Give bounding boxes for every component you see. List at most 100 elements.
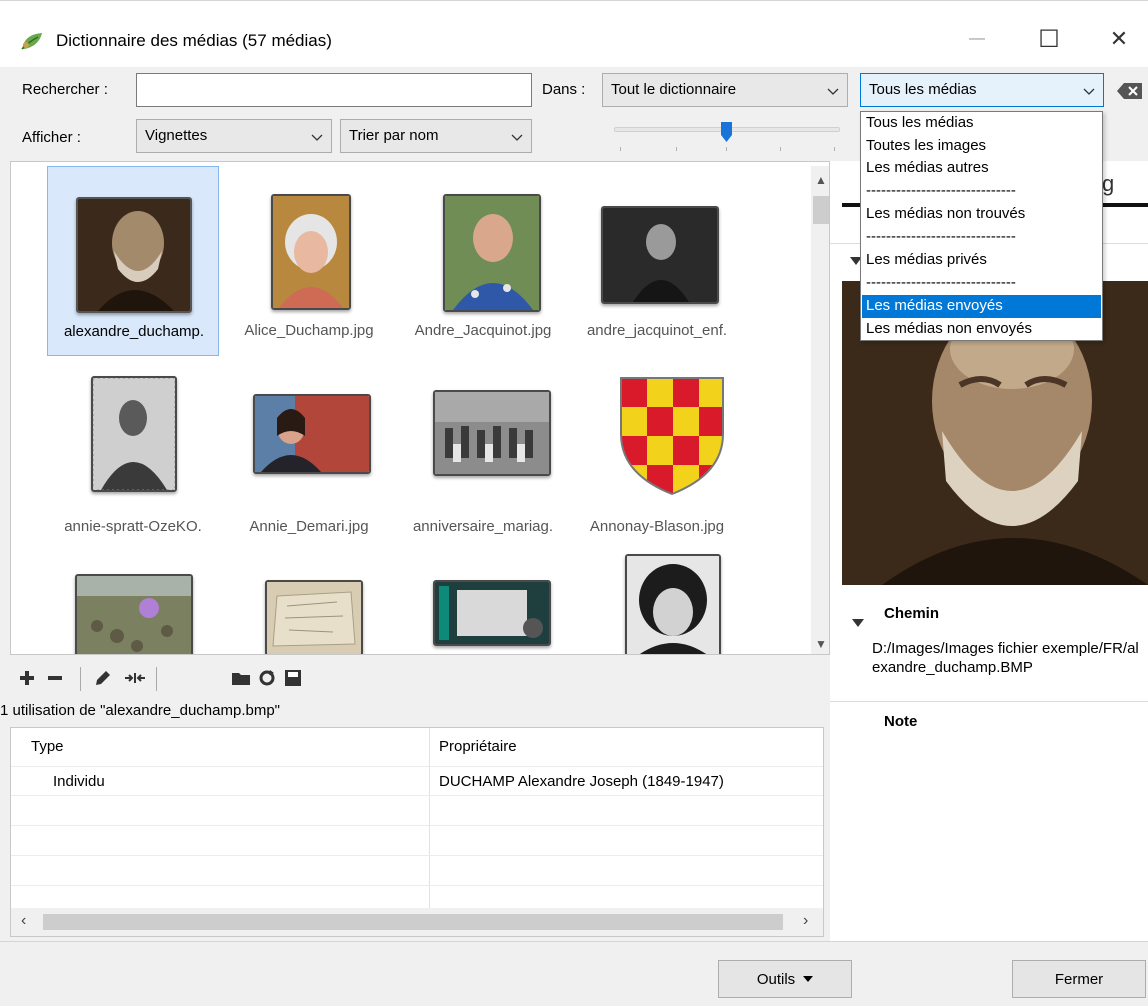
close-window-button[interactable]: ✕ [1096,19,1142,59]
dropdown-option[interactable]: Les médias non envoyés [862,318,1101,341]
gallery-item[interactable] [571,554,743,654]
gallery-item[interactable] [223,558,395,654]
thumbnail-image [75,574,193,654]
gallery-item[interactable] [397,558,569,654]
table-hscrollbar[interactable]: ‹ › [11,908,823,936]
view-mode-value: Vignettes [145,127,208,144]
thumbnail-image [91,376,177,492]
scroll-up-icon[interactable]: ▲ [811,170,829,190]
dropdown-option-highlighted[interactable]: Les médias envoyés [862,295,1101,318]
thumbnail-image [271,194,351,310]
gallery-item[interactable]: Andre_Jacquinot.jpg [397,166,569,356]
edit-pencil-icon[interactable] [92,667,114,689]
caret-down-icon [803,976,814,982]
media-filter-select[interactable]: Tous les médias [860,73,1104,107]
table-row-empty [11,796,823,826]
view-mode-select[interactable]: Vignettes [136,119,332,153]
window-title: Dictionnaire des médias (57 médias) [56,31,332,50]
dropdown-option[interactable]: Les médias non trouvés [862,203,1101,226]
dropdown-option[interactable]: Toutes les images [862,135,1101,158]
folder-icon[interactable] [230,667,252,689]
thumbnail-image [617,374,727,496]
minimize-button[interactable]: — [954,19,1000,59]
gallery-item[interactable]: alexandre_duchamp. [47,166,219,356]
tools-button[interactable]: Outils [718,960,852,998]
remove-icon[interactable] [44,667,66,689]
chevron-down-icon [511,134,523,141]
scroll-down-icon[interactable]: ▼ [811,634,829,654]
tab-label-fragment: g [1102,171,1115,196]
dropdown-separator: ------------------------------ [866,228,1016,245]
gallery-caption: Annonay-Blason.jpg [589,518,725,535]
search-label: Rechercher : [22,81,108,98]
cell-owner: DUCHAMP Alexandre Joseph (1849-1947) [439,773,724,790]
usage-count-label: 1 utilisation de "alexandre_duchamp.bmp" [0,702,280,719]
table-row[interactable]: Individu DUCHAMP Alexandre Joseph (1849-… [11,766,823,796]
gallery-item[interactable] [47,558,219,654]
usage-table[interactable]: Type Propriétaire Individu DUCHAMP Alexa… [10,727,824,937]
maximize-button[interactable]: ☐ [1026,19,1072,59]
path-section-title: Chemin [884,605,940,622]
title-bar: Dictionnaire des médias (57 médias) — ☐ … [0,1,1148,67]
close-button[interactable]: Fermer [1012,960,1146,998]
gallery-item[interactable]: Alice_Duchamp.jpg [223,166,395,356]
column-header-type[interactable]: Type [31,738,64,755]
gallery-caption: alexandre_duchamp. [63,323,205,340]
gallery-item[interactable]: annie-spratt-OzeKO. [47,362,219,552]
close-button-label: Fermer [1054,970,1104,988]
media-filter-dropdown[interactable]: Tous les médias Toutes les images Les mé… [860,111,1103,341]
gallery-scrollbar[interactable]: ▲ ▼ [811,166,829,654]
thumbnail-image [601,206,719,304]
media-toolbar [10,661,826,697]
merge-icon[interactable] [124,667,146,689]
scrollbar-thumb[interactable] [813,196,829,224]
scrollbar-thumb[interactable] [43,914,783,930]
thumbnail-image [433,390,551,476]
gallery-caption: Annie_Demari.jpg [249,518,369,535]
thumbnail-image [433,580,551,646]
chevron-down-icon [1083,88,1095,95]
table-row-empty [11,856,823,886]
thumbnail-image [443,194,541,312]
gallery-caption: annie-spratt-OzeKO. [64,518,202,535]
refresh-icon[interactable] [256,667,278,689]
table-row-empty [11,826,823,856]
dropdown-separator: ------------------------------ [866,182,1016,199]
gallery-item[interactable]: andre_jacquinot_enf. [571,166,743,356]
column-header-owner[interactable]: Propriétaire [439,738,517,755]
dropdown-option[interactable]: Tous les médias [862,112,1101,135]
scroll-right-icon[interactable]: › [803,912,808,930]
gallery-caption: andre_jacquinot_enf. [586,322,728,339]
app-leaf-icon [21,33,42,50]
scope-select[interactable]: Tout le dictionnaire [602,73,848,107]
gallery-caption: Andre_Jacquinot.jpg [414,322,552,339]
thumbnail-image [625,554,721,654]
search-input[interactable] [136,73,532,107]
scope-select-value: Tout le dictionnaire [611,81,737,98]
scroll-left-icon[interactable]: ‹ [21,912,26,930]
display-label: Afficher : [22,129,81,146]
collapse-triangle-icon[interactable] [852,619,864,627]
gallery-item[interactable]: Annie_Demari.jpg [223,362,395,552]
thumbnail-image [265,580,363,654]
dropdown-option[interactable]: Les médias autres [862,157,1101,180]
media-filter-value: Tous les médias [869,81,977,98]
chevron-down-icon [311,134,323,141]
clear-search-icon[interactable] [1116,81,1144,101]
slider-thumb[interactable] [721,122,732,142]
thumbnail-image [253,394,371,474]
add-icon[interactable] [16,667,38,689]
gallery-caption: Alice_Duchamp.jpg [244,322,374,339]
chevron-down-icon [827,88,839,95]
dropdown-option[interactable]: Les médias privés [862,249,1101,272]
save-icon[interactable] [282,667,304,689]
media-dictionary-window: Dictionnaire des médias (57 médias) — ☐ … [0,0,1148,1006]
gallery-item[interactable]: Annonay-Blason.jpg [571,362,743,552]
cell-type: Individu [53,773,105,790]
sort-select[interactable]: Trier par nom [340,119,532,153]
media-gallery[interactable]: alexandre_duchamp. Alice_Duchamp.jpg And… [10,161,830,655]
gallery-item[interactable]: anniversaire_mariag. [397,362,569,552]
gallery-caption: anniversaire_mariag. [412,518,554,535]
tools-button-label: Outils [756,970,796,988]
note-section-title: Note [884,713,918,730]
